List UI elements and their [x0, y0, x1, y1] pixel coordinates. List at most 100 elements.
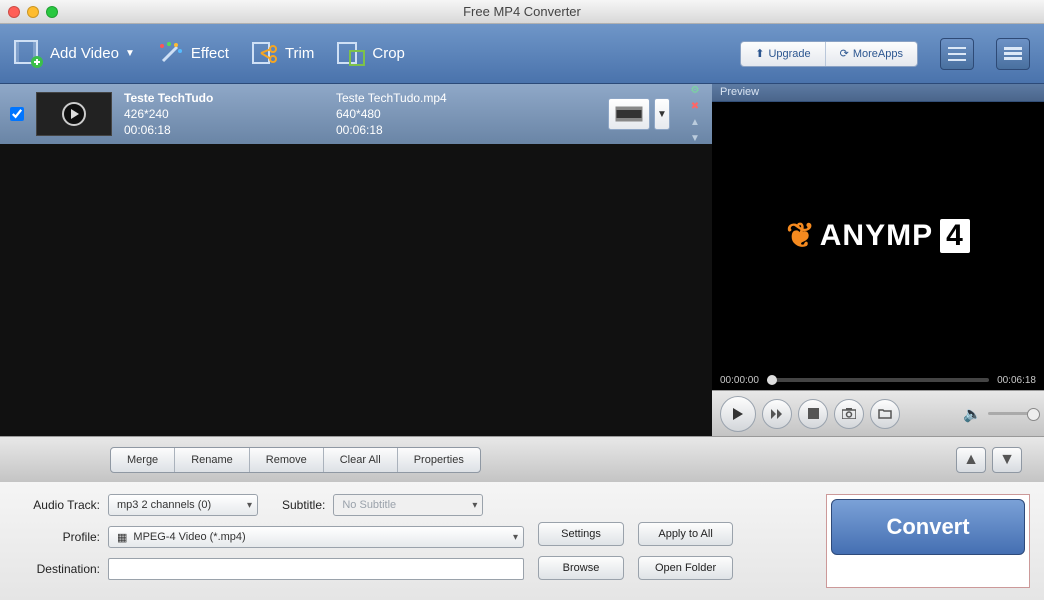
seek-total: 00:06:18 [997, 375, 1036, 386]
fast-forward-icon [770, 408, 784, 420]
main-toolbar: Add Video ▼ Effect Trim Crop ⬆ Upgrade ⟳… [0, 24, 1044, 84]
file-out-name: Teste TechTudo.mp4 [336, 90, 596, 106]
effect-button[interactable]: Effect [157, 41, 229, 67]
audio-label: Audio Track: [14, 498, 100, 512]
seek-bar: 00:00:00 00:06:18 [712, 370, 1044, 390]
add-video-button[interactable]: Add Video ▼ [14, 40, 135, 68]
format-icon: ▦ [117, 531, 127, 544]
crop-icon [336, 41, 366, 67]
file-thumbnail[interactable] [36, 92, 112, 136]
clear-all-button[interactable]: Clear All [324, 448, 398, 472]
browse-button[interactable]: Browse [538, 556, 624, 580]
file-checkbox[interactable] [10, 107, 24, 121]
list-action-bar: Merge Rename Remove Clear All Properties… [0, 436, 1044, 482]
hamburger-icon [1004, 47, 1022, 61]
stop-button[interactable] [798, 399, 828, 429]
upgrade-label: Upgrade [768, 48, 810, 60]
reorder-buttons: ▲ ▼ [956, 447, 1022, 473]
list-actions-segment: Merge Rename Remove Clear All Properties [110, 447, 481, 473]
pill-group: ⬆ Upgrade ⟳ MoreApps [740, 41, 918, 67]
subtitle-select[interactable]: No Subtitle [333, 494, 483, 516]
destination-label: Destination: [14, 562, 100, 576]
convert-wrap: Convert [826, 494, 1030, 588]
chevron-down-icon: ▼ [125, 48, 135, 59]
destination-input[interactable] [108, 558, 524, 580]
flame-icon: ❦ [786, 216, 816, 256]
audio-row: Audio Track: mp3 2 channels (0) Subtitle… [14, 494, 524, 516]
move-down-button[interactable]: ▼ [992, 447, 1022, 473]
file-move-down-icon[interactable]: ▼ [688, 131, 702, 145]
audio-select[interactable]: mp3 2 channels (0) [108, 494, 258, 516]
menu-view-button[interactable] [996, 38, 1030, 70]
file-out-duration: 00:06:18 [336, 122, 596, 138]
main-area: Teste TechTudo 426*240 00:06:18 Teste Te… [0, 84, 1044, 436]
trim-button[interactable]: Trim [251, 41, 314, 67]
file-title: Teste TechTudo [124, 90, 324, 106]
file-delete-icon[interactable]: ✖ [688, 99, 702, 113]
open-dest-folder-button[interactable]: Open Folder [638, 556, 733, 580]
folder-icon [878, 408, 892, 419]
file-output-info: Teste TechTudo.mp4 640*480 00:06:18 [336, 90, 596, 138]
camera-icon [842, 408, 856, 419]
brand-logo: ❦ ANYMP 4 [786, 216, 970, 256]
preview-header: Preview [712, 84, 1044, 102]
preview-controls: 🔈 [712, 390, 1044, 436]
list-view-button[interactable] [940, 38, 974, 70]
button-col-1: Settings Browse [538, 494, 624, 588]
speaker-icon[interactable]: 🔈 [963, 405, 982, 423]
destination-row: Destination: [14, 558, 524, 580]
file-src-duration: 00:06:18 [124, 122, 324, 138]
merge-button[interactable]: Merge [111, 448, 175, 472]
open-folder-button[interactable] [870, 399, 900, 429]
play-icon [731, 407, 745, 421]
forward-button[interactable] [762, 399, 792, 429]
file-list-empty [0, 144, 712, 436]
crop-label: Crop [372, 45, 405, 62]
properties-button[interactable]: Properties [398, 448, 480, 472]
play-overlay-icon [62, 102, 86, 126]
add-video-label: Add Video [50, 45, 119, 62]
crop-button[interactable]: Crop [336, 41, 405, 67]
seek-position: 00:00:00 [720, 375, 759, 386]
subtitle-label: Subtitle: [282, 498, 325, 512]
brand-text: ANYMP [820, 219, 933, 253]
upgrade-button[interactable]: ⬆ Upgrade [741, 42, 825, 66]
window-title: Free MP4 Converter [0, 4, 1044, 19]
moreapps-button[interactable]: ⟳ MoreApps [826, 42, 917, 66]
profile-label: Profile: [14, 530, 100, 544]
effect-label: Effect [191, 45, 229, 62]
file-source-info: Teste TechTudo 426*240 00:06:18 [124, 90, 324, 138]
snapshot-button[interactable] [834, 399, 864, 429]
button-col-2: Apply to All Open Folder [638, 494, 733, 588]
file-list: Teste TechTudo 426*240 00:06:18 Teste Te… [0, 84, 712, 436]
play-button[interactable] [720, 396, 756, 432]
brand-suffix: 4 [940, 219, 970, 253]
profile-chip-icon[interactable] [608, 98, 650, 130]
filmstrip-add-icon [14, 40, 44, 68]
file-src-resolution: 426*240 [124, 106, 324, 122]
file-move-up-icon[interactable]: ▲ [688, 115, 702, 129]
scissors-icon [251, 41, 279, 67]
rename-button[interactable]: Rename [175, 448, 250, 472]
move-up-button[interactable]: ▲ [956, 447, 986, 473]
upload-icon: ⬆ [755, 47, 764, 60]
refresh-icon: ⟳ [840, 47, 849, 60]
bottom-panel: Audio Track: mp3 2 channels (0) Subtitle… [0, 482, 1044, 600]
titlebar: Free MP4 Converter [0, 0, 1044, 24]
file-settings-icon[interactable]: ⚙ [688, 83, 702, 97]
settings-button[interactable]: Settings [538, 522, 624, 546]
apply-all-button[interactable]: Apply to All [638, 522, 733, 546]
remove-button[interactable]: Remove [250, 448, 324, 472]
profile-dropdown-button[interactable]: ▼ [654, 98, 670, 130]
seek-track[interactable] [767, 378, 989, 382]
profile-select[interactable]: ▦ MPEG-4 Video (*.mp4) [108, 526, 524, 548]
file-out-resolution: 640*480 [336, 106, 596, 122]
volume-control: 🔈 [963, 405, 1036, 423]
convert-button[interactable]: Convert [831, 499, 1025, 555]
profile-value: MPEG-4 Video (*.mp4) [133, 531, 245, 543]
volume-slider[interactable] [988, 412, 1036, 415]
seek-knob[interactable] [767, 375, 777, 385]
file-row[interactable]: Teste TechTudo 426*240 00:06:18 Teste Te… [0, 84, 712, 144]
preview-panel: Preview ❦ ANYMP 4 00:00:00 00:06:18 [712, 84, 1044, 436]
file-profile-selector: ▼ [608, 98, 670, 130]
